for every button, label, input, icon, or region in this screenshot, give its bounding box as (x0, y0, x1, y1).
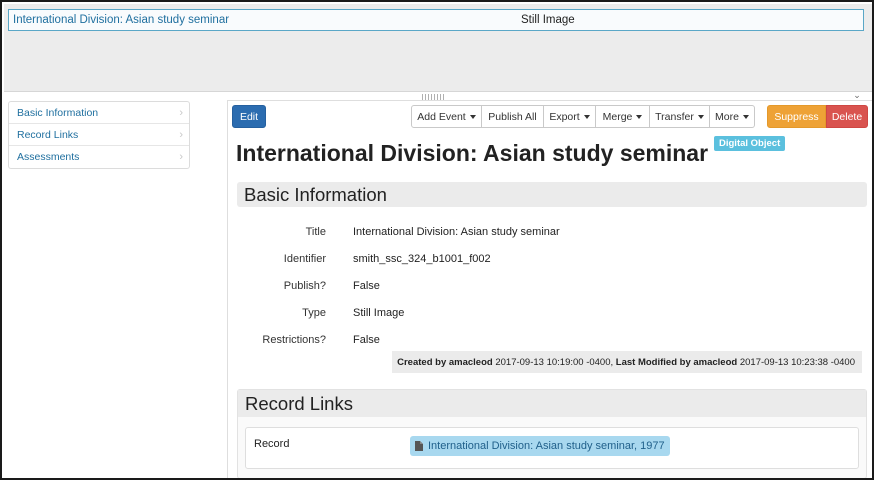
more-label: More (715, 110, 739, 123)
page-title: International Division: Asian study semi… (236, 140, 709, 166)
caret-down-icon (469, 114, 476, 119)
chevron-down-icon[interactable]: ⌄ (850, 90, 864, 100)
sidebar-item-label: Record Links (17, 128, 79, 141)
record-link-text: International Division: Asian study semi… (428, 440, 665, 452)
export-label: Export (549, 110, 580, 123)
add-event-button[interactable]: Add Event (411, 105, 482, 128)
field-value: International Division: Asian study semi… (353, 226, 560, 238)
field-row-type: Type Still Image (228, 307, 868, 323)
audit-created-label: Created by (397, 356, 447, 368)
field-label: Title (305, 226, 326, 238)
sidebar-item-label: Assessments (17, 151, 80, 163)
field-value: False (353, 280, 380, 292)
caret-down-icon (697, 114, 704, 119)
app-frame: International Division: Asian study semi… (0, 0, 874, 480)
add-event-label: Add Event (417, 110, 466, 123)
transfer-label: Transfer (655, 110, 694, 123)
suppress-button[interactable]: Suppress (767, 105, 826, 128)
chevron-right-icon: › (179, 128, 183, 141)
sidebar-item-record-links[interactable]: Record Links › (9, 124, 189, 146)
file-icon (415, 441, 423, 451)
field-value: smith_ssc_324_b1001_f002 (353, 253, 491, 265)
record-link-label: Record (254, 438, 290, 450)
field-row-publish: Publish? False (228, 280, 868, 296)
section-header-basic-information: Basic Information (237, 182, 867, 207)
audit-info: Created by amacleod 2017-09-13 10:19:00 … (392, 351, 862, 373)
tree-pane: International Division: Asian study semi… (4, 4, 872, 92)
audit-modified-at: 2017-09-13 10:23:38 -0400 (739, 356, 855, 368)
audit-created-at: 2017-09-13 10:19:00 -0400, (495, 356, 614, 368)
field-label: Identifier (283, 253, 326, 265)
delete-button[interactable]: Delete (826, 105, 868, 128)
record-pane: Edit Add Event Publish All Export Merge … (227, 100, 872, 478)
caret-down-icon (583, 114, 590, 119)
record-links-panel: Record Links Record International Divisi… (237, 389, 867, 478)
audit-modified-label: Last Modified by (615, 356, 691, 368)
tree-row-type: Still Image (521, 14, 575, 26)
audit-modified-by: amacleod (693, 356, 738, 368)
field-row-identifier: Identifier smith_ssc_324_b1001_f002 (228, 253, 868, 269)
transfer-button[interactable]: Transfer (650, 105, 710, 128)
record-type-badge: Digital Object (714, 136, 786, 151)
audit-created-by: amacleod (448, 356, 493, 368)
field-row-restrictions: Restrictions? False (228, 334, 868, 350)
edit-button[interactable]: Edit (232, 105, 266, 128)
sidebar-item-label: Basic Information (17, 106, 99, 119)
chevron-right-icon: › (179, 151, 183, 163)
chevron-right-icon: › (179, 106, 183, 119)
sidebar-item-assessments[interactable]: Assessments › (9, 146, 189, 168)
merge-button[interactable]: Merge (596, 105, 650, 128)
field-value: Still Image (353, 307, 405, 319)
section-header-record-links: Record Links (238, 390, 866, 417)
export-button[interactable]: Export (544, 105, 596, 128)
more-button[interactable]: More (710, 105, 755, 128)
sidebar-item-basic-information[interactable]: Basic Information › (9, 102, 189, 124)
sidebar-nav: Basic Information › Record Links › Asses… (8, 101, 190, 169)
tree-row-selected[interactable]: International Division: Asian study semi… (8, 9, 864, 31)
caret-down-icon (742, 114, 749, 119)
caret-down-icon (636, 114, 643, 119)
field-label: Type (302, 307, 326, 319)
merge-label: Merge (602, 110, 633, 123)
field-row-title: Title International Division: Asian stud… (228, 226, 868, 242)
tree-row-title[interactable]: International Division: Asian study semi… (9, 14, 339, 26)
field-value: False (353, 334, 380, 346)
record-link[interactable]: International Division: Asian study semi… (410, 436, 670, 456)
publish-all-button[interactable]: Publish All (482, 105, 544, 128)
field-label: Restrictions? (262, 334, 326, 346)
field-label: Publish? (283, 280, 326, 292)
record-links-row: Record International Division: Asian stu… (245, 427, 859, 469)
